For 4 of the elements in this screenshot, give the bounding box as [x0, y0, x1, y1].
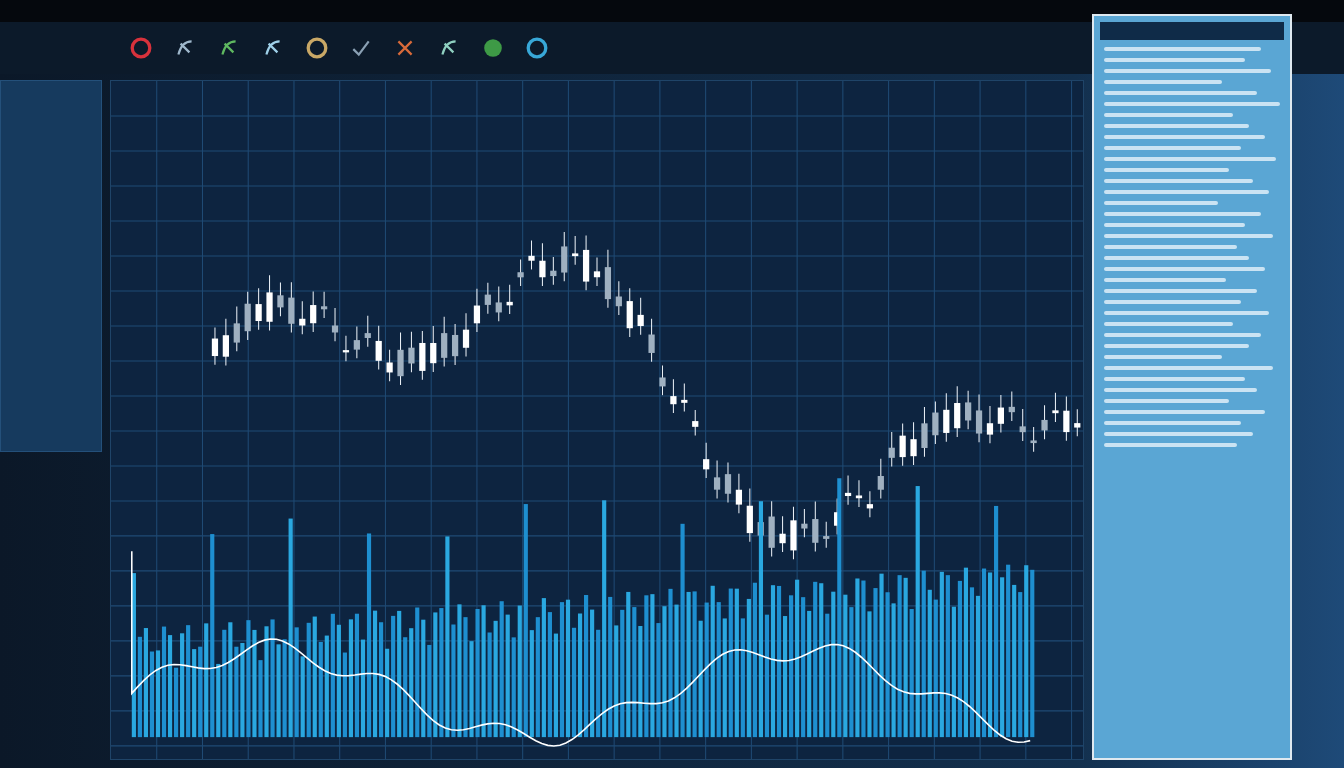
ring-icon[interactable] — [306, 37, 328, 59]
circle-icon[interactable] — [482, 37, 504, 59]
ring-icon[interactable] — [130, 37, 152, 59]
ring-icon[interactable] — [526, 37, 548, 59]
